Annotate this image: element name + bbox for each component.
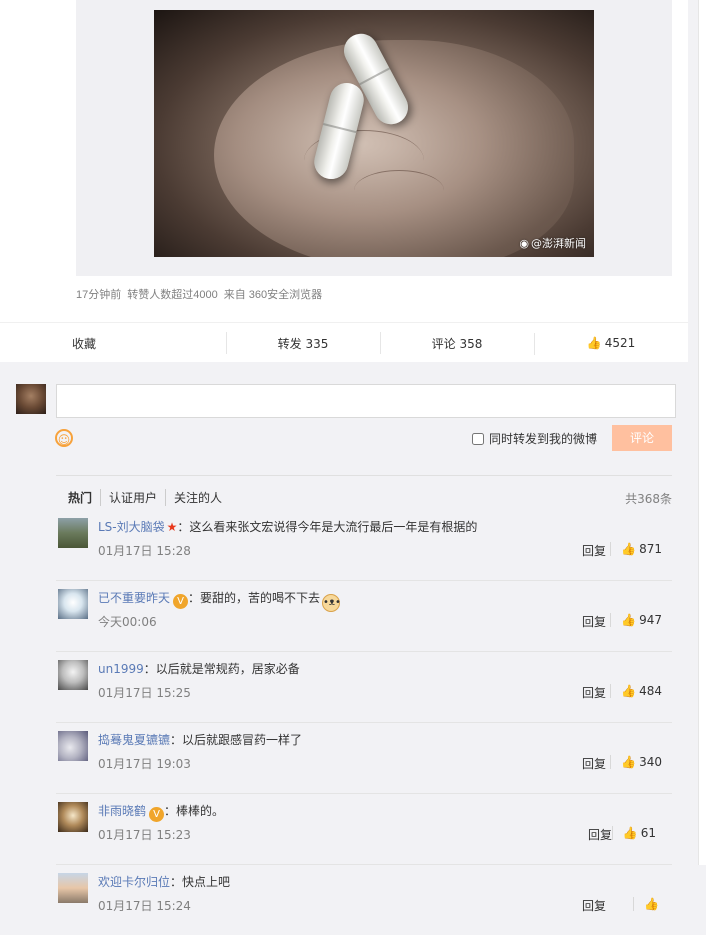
- tab-following[interactable]: 关注的人: [165, 488, 230, 506]
- thumb-up-icon: 👍: [644, 897, 659, 911]
- comment-row: 非雨晓鹤 V ：棒棒的。 01月17日 15:23 回复 👍 61: [56, 802, 672, 865]
- avatar[interactable]: [58, 873, 88, 903]
- post-card: ◉ @澎湃新闻 17分钟前 转赞人数超过4000 来自 360安全浏览器 收藏 转发 …: [0, 0, 688, 362]
- comment-time: 01月17日 19:03: [98, 757, 191, 771]
- comment-tabs: 热门 认证用户 关注的人 共368条: [56, 476, 672, 518]
- reply-button[interactable]: 回复: [582, 684, 606, 701]
- avatar[interactable]: [58, 518, 88, 548]
- comment-text: ：棒棒的。: [164, 804, 225, 818]
- forward-checkbox[interactable]: [472, 432, 484, 445]
- forward-checkbox-label[interactable]: 同时转发到我的微博: [472, 430, 597, 447]
- comment-like-button[interactable]: 👍 484: [610, 684, 662, 698]
- reply-button[interactable]: 回复: [582, 613, 606, 630]
- thumb-up-icon: 👍: [621, 755, 637, 769]
- like-button[interactable]: 👍 4521: [534, 333, 688, 355]
- comment-like-button[interactable]: 👍 947: [610, 613, 662, 627]
- post-source: 来自 360安全浏览器: [223, 289, 323, 301]
- thumb-up-icon: 👍: [621, 613, 637, 627]
- tab-hot[interactable]: 热门: [56, 489, 100, 506]
- post-meta: 17分钟前 转赞人数超过4000 来自 360安全浏览器: [76, 286, 328, 302]
- smiley-icon[interactable]: ☺: [55, 429, 73, 447]
- my-avatar[interactable]: [16, 384, 46, 414]
- comment-author[interactable]: 已不重要昨天: [98, 591, 170, 605]
- star-badge-icon: ★: [166, 520, 178, 534]
- comment-row: LS-刘大脑袋 ★：这么看来张文宏说得今年是大流行最后一年是有根据的 01月17日…: [56, 518, 672, 581]
- comment-author[interactable]: 欢迎卡尔归位: [98, 875, 170, 889]
- comment-button[interactable]: 评论 358: [380, 331, 534, 354]
- comment-text: ：这么看来张文宏说得今年是大流行最后一年是有根据的: [177, 520, 478, 534]
- comment-row: un1999：以后就是常规药，居家必备 01月17日 15:25 回复 👍 484: [56, 660, 672, 723]
- favorite-button[interactable]: 收藏: [0, 335, 226, 352]
- comment-text: ：要甜的，苦的喝不下去: [188, 591, 321, 605]
- thumb-up-icon: 👍: [621, 542, 637, 556]
- repost-button[interactable]: 转发 335: [226, 331, 380, 354]
- submit-comment-button[interactable]: 评论: [612, 425, 672, 451]
- post-actions: 收藏 转发 335 评论 358 👍 4521: [0, 322, 688, 363]
- reply-button[interactable]: 回复: [582, 755, 606, 772]
- comment-row: 欢迎卡尔归位：快点上吧 01月17日 15:24 回复 👍: [56, 873, 672, 935]
- comment-list: 热门 认证用户 关注的人 共368条 LS-刘大脑袋 ★：这么看来张文宏说得今年是…: [56, 475, 672, 935]
- post-time[interactable]: 17分钟前: [76, 289, 121, 301]
- comment-time: 01月17日 15:24: [98, 899, 191, 913]
- right-sidebar-edge: [698, 0, 706, 865]
- weibo-icon: ◉: [519, 237, 529, 250]
- comment-total: 共368条: [625, 492, 672, 506]
- comment-time: 今天00:06: [98, 615, 157, 629]
- comment-like-button[interactable]: 👍 340: [610, 755, 662, 769]
- comment-time: 01月17日 15:25: [98, 686, 191, 700]
- comment-text: ：以后就是常规药，居家必备: [143, 662, 300, 676]
- avatar[interactable]: [58, 731, 88, 761]
- comment-text: ：快点上吧: [170, 875, 231, 889]
- comment-author[interactable]: 捣蓦鬼夏镳镳: [98, 733, 170, 747]
- comment-row: 捣蓦鬼夏镳镳：以后就跟感冒药一样了 01月17日 19:03 回复 👍 340: [56, 731, 672, 794]
- thumb-up-icon: 👍: [622, 826, 638, 840]
- comment-row: 已不重要昨天 V ：要甜的，苦的喝不下去 •ᴥ• 今天00:06 回复 👍 947: [56, 589, 672, 652]
- doge-emoji-icon: •ᴥ•: [322, 594, 341, 612]
- palm-line: [354, 170, 444, 211]
- reply-button[interactable]: 回复: [582, 542, 606, 559]
- image-watermark: ◉ @澎湃新闻: [519, 237, 586, 250]
- verified-badge-icon: V: [173, 594, 189, 609]
- avatar[interactable]: [58, 660, 88, 690]
- comment-author[interactable]: un1999: [98, 662, 144, 676]
- comment-text: ：以后就跟感冒药一样了: [170, 733, 303, 747]
- comment-author[interactable]: LS-刘大脑袋: [98, 520, 165, 534]
- thumb-up-icon: 👍: [586, 336, 602, 350]
- comment-like-button[interactable]: 👍 871: [610, 542, 662, 556]
- comment-time: 01月17日 15:23: [98, 828, 191, 842]
- repost-note: 转赞人数超过4000: [127, 289, 218, 301]
- thumb-up-icon: 👍: [621, 684, 637, 698]
- comment-like-button[interactable]: 👍: [633, 897, 662, 911]
- tab-verified[interactable]: 认证用户: [100, 488, 165, 506]
- avatar[interactable]: [58, 802, 88, 832]
- post-image[interactable]: ◉ @澎湃新闻: [154, 10, 594, 257]
- avatar[interactable]: [58, 589, 88, 619]
- reply-button[interactable]: 回复: [582, 897, 606, 914]
- comment-like-button[interactable]: 👍 61: [611, 826, 656, 840]
- verified-badge-icon: V: [149, 807, 165, 822]
- comment-input[interactable]: [56, 384, 676, 418]
- comment-time: 01月17日 15:28: [98, 544, 191, 558]
- comment-author[interactable]: 非雨晓鹤: [98, 804, 146, 818]
- reply-button[interactable]: 回复: [588, 826, 612, 843]
